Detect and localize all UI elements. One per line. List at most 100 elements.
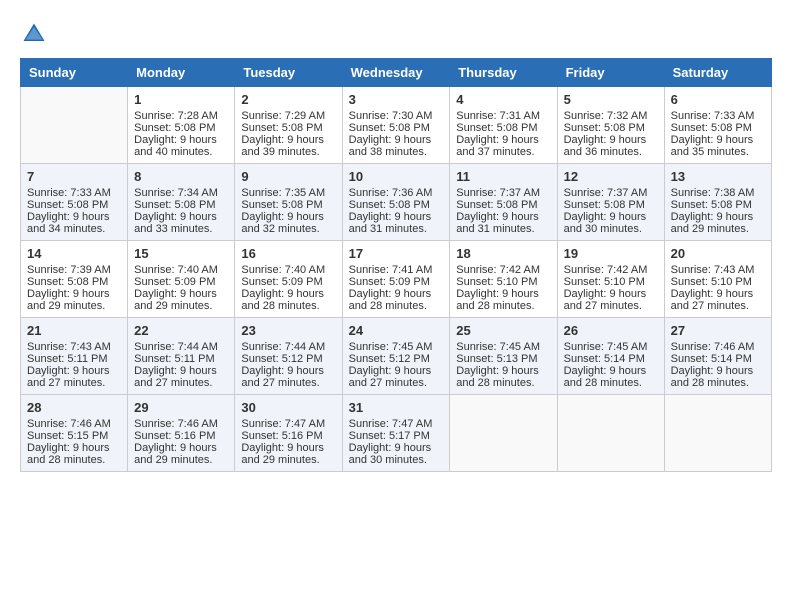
day-info-line: and 28 minutes. [671,377,765,389]
day-number: 18 [456,246,550,261]
calendar-week-row: 21Sunrise: 7:43 AMSunset: 5:11 PMDayligh… [21,318,772,395]
day-info-line: and 27 minutes. [564,300,658,312]
day-info-line: Sunrise: 7:32 AM [564,110,658,122]
day-number: 1 [134,92,228,107]
day-info-line: Daylight: 9 hours [671,134,765,146]
logo-icon [20,20,48,48]
day-info-line: Daylight: 9 hours [456,134,550,146]
day-info-line: Sunrise: 7:30 AM [349,110,444,122]
day-number: 27 [671,323,765,338]
calendar-cell: 18Sunrise: 7:42 AMSunset: 5:10 PMDayligh… [450,241,557,318]
day-info-line: Sunrise: 7:42 AM [456,264,550,276]
calendar-cell: 10Sunrise: 7:36 AMSunset: 5:08 PMDayligh… [342,164,450,241]
day-number: 28 [27,400,121,415]
column-header-tuesday: Tuesday [235,59,342,87]
day-info-line: and 34 minutes. [27,223,121,235]
day-info-line: Sunrise: 7:41 AM [349,264,444,276]
day-info-line: and 27 minutes. [27,377,121,389]
day-info-line: and 31 minutes. [349,223,444,235]
column-header-wednesday: Wednesday [342,59,450,87]
calendar-cell [557,395,664,472]
day-info-line: and 30 minutes. [564,223,658,235]
calendar-cell: 11Sunrise: 7:37 AMSunset: 5:08 PMDayligh… [450,164,557,241]
day-info-line: Sunset: 5:16 PM [241,430,335,442]
calendar-cell: 7Sunrise: 7:33 AMSunset: 5:08 PMDaylight… [21,164,128,241]
day-info-line: Sunset: 5:10 PM [456,276,550,288]
day-info-line: Daylight: 9 hours [241,288,335,300]
day-info-line: Sunset: 5:08 PM [27,276,121,288]
calendar-cell: 14Sunrise: 7:39 AMSunset: 5:08 PMDayligh… [21,241,128,318]
day-info-line: Sunrise: 7:36 AM [349,187,444,199]
day-info-line: and 30 minutes. [349,454,444,466]
calendar-cell: 19Sunrise: 7:42 AMSunset: 5:10 PMDayligh… [557,241,664,318]
calendar-cell: 31Sunrise: 7:47 AMSunset: 5:17 PMDayligh… [342,395,450,472]
calendar-cell: 30Sunrise: 7:47 AMSunset: 5:16 PMDayligh… [235,395,342,472]
day-number: 22 [134,323,228,338]
day-info-line: Sunset: 5:14 PM [671,353,765,365]
calendar-cell: 9Sunrise: 7:35 AMSunset: 5:08 PMDaylight… [235,164,342,241]
day-info-line: and 28 minutes. [564,377,658,389]
day-info-line: and 29 minutes. [134,300,228,312]
day-info-line: Sunset: 5:12 PM [349,353,444,365]
day-info-line: Sunset: 5:09 PM [241,276,335,288]
calendar-cell: 17Sunrise: 7:41 AMSunset: 5:09 PMDayligh… [342,241,450,318]
day-info-line: and 28 minutes. [241,300,335,312]
day-info-line: Daylight: 9 hours [349,134,444,146]
day-info-line: Daylight: 9 hours [564,211,658,223]
day-info-line: Sunset: 5:14 PM [564,353,658,365]
day-info-line: Sunrise: 7:35 AM [241,187,335,199]
calendar-table: SundayMondayTuesdayWednesdayThursdayFrid… [20,58,772,472]
day-number: 9 [241,169,335,184]
day-info-line: and 28 minutes. [456,300,550,312]
calendar-week-row: 28Sunrise: 7:46 AMSunset: 5:15 PMDayligh… [21,395,772,472]
day-info-line: Sunrise: 7:46 AM [27,418,121,430]
day-info-line: and 37 minutes. [456,146,550,158]
day-info-line: Daylight: 9 hours [241,442,335,454]
day-info-line: Daylight: 9 hours [134,442,228,454]
day-info-line: Sunset: 5:10 PM [671,276,765,288]
day-info-line: Daylight: 9 hours [564,288,658,300]
day-number: 8 [134,169,228,184]
day-info-line: and 38 minutes. [349,146,444,158]
day-info-line: Sunset: 5:08 PM [27,199,121,211]
day-info-line: Daylight: 9 hours [134,134,228,146]
calendar-cell: 22Sunrise: 7:44 AMSunset: 5:11 PMDayligh… [128,318,235,395]
calendar-cell [664,395,771,472]
day-info-line: Sunset: 5:08 PM [134,122,228,134]
day-info-line: Daylight: 9 hours [134,288,228,300]
day-info-line: Daylight: 9 hours [134,211,228,223]
day-info-line: Sunrise: 7:46 AM [134,418,228,430]
calendar-cell: 24Sunrise: 7:45 AMSunset: 5:12 PMDayligh… [342,318,450,395]
day-info-line: Sunset: 5:08 PM [349,122,444,134]
day-info-line: Sunset: 5:08 PM [564,122,658,134]
day-info-line: Sunrise: 7:40 AM [134,264,228,276]
day-number: 16 [241,246,335,261]
calendar-cell: 20Sunrise: 7:43 AMSunset: 5:10 PMDayligh… [664,241,771,318]
day-number: 23 [241,323,335,338]
day-info-line: Sunrise: 7:42 AM [564,264,658,276]
calendar-cell: 28Sunrise: 7:46 AMSunset: 5:15 PMDayligh… [21,395,128,472]
day-info-line: Sunrise: 7:37 AM [456,187,550,199]
calendar-cell [21,87,128,164]
day-info-line: Daylight: 9 hours [564,134,658,146]
day-info-line: Sunset: 5:08 PM [241,199,335,211]
day-info-line: Sunset: 5:08 PM [671,199,765,211]
day-info-line: and 29 minutes. [134,454,228,466]
calendar-cell: 15Sunrise: 7:40 AMSunset: 5:09 PMDayligh… [128,241,235,318]
day-number: 6 [671,92,765,107]
day-info-line: Daylight: 9 hours [671,211,765,223]
day-number: 15 [134,246,228,261]
column-header-friday: Friday [557,59,664,87]
day-number: 5 [564,92,658,107]
day-info-line: Daylight: 9 hours [349,365,444,377]
day-info-line: Sunset: 5:08 PM [241,122,335,134]
day-info-line: Sunset: 5:08 PM [456,122,550,134]
day-info-line: and 40 minutes. [134,146,228,158]
day-number: 31 [349,400,444,415]
day-info-line: and 27 minutes. [671,300,765,312]
day-info-line: Daylight: 9 hours [349,211,444,223]
column-header-thursday: Thursday [450,59,557,87]
day-info-line: Sunrise: 7:44 AM [241,341,335,353]
day-number: 12 [564,169,658,184]
day-info-line: Sunrise: 7:45 AM [456,341,550,353]
